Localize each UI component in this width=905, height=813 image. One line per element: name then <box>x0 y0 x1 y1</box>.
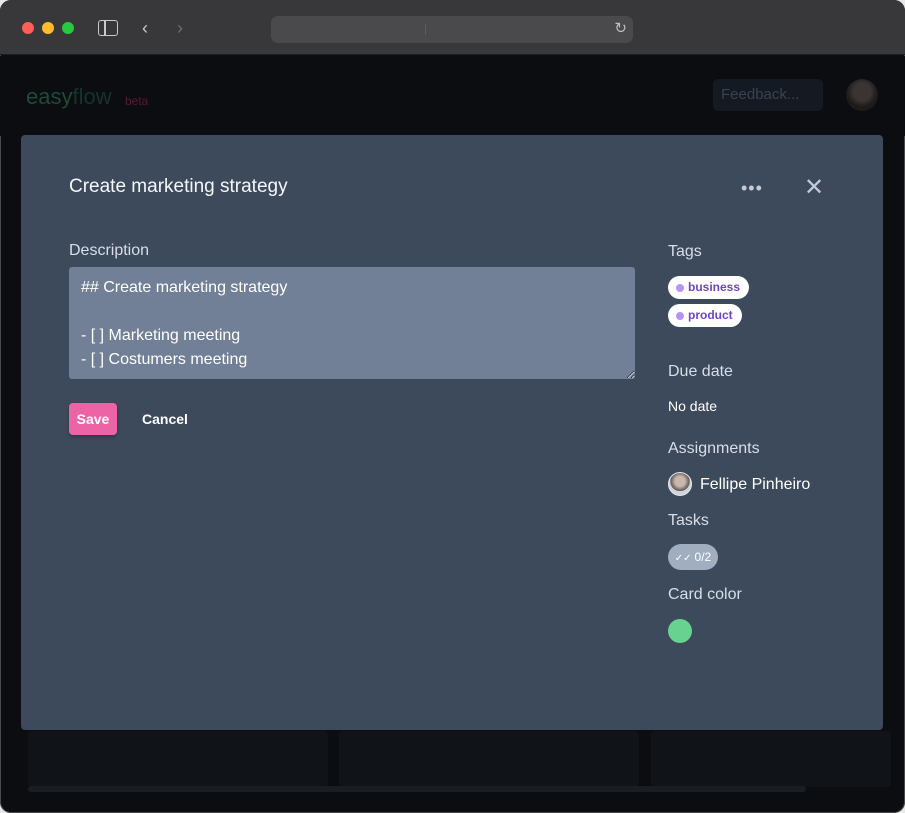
tag-label: business <box>688 280 741 294</box>
tag-business[interactable]: business <box>668 276 750 299</box>
browser-window: ‹ › ↻ easyflow beta Feedback... Create m… <box>0 0 905 813</box>
app-logo[interactable]: easyflow <box>26 84 112 110</box>
board-column <box>339 731 639 787</box>
double-check-icon: ✓✓ <box>674 553 692 564</box>
tasks-progress-text: 0/2 <box>694 550 712 564</box>
address-bar-divider <box>425 24 426 35</box>
save-button[interactable]: Save <box>69 403 117 435</box>
close-window-button[interactable] <box>22 22 34 34</box>
board-column <box>28 731 328 787</box>
tag-dot-icon <box>676 284 684 292</box>
assignments-label: Assignments <box>668 440 760 457</box>
maximize-window-button[interactable] <box>62 22 74 34</box>
card-modal: Create marketing strategy ••• ✕ Descript… <box>21 135 883 730</box>
cancel-button[interactable]: Cancel <box>142 403 188 435</box>
due-date-value[interactable]: No date <box>668 398 717 414</box>
app-header: easyflow beta Feedback... <box>0 56 905 136</box>
assignee-name[interactable]: Fellipe Pinheiro <box>700 476 810 494</box>
minimize-window-button[interactable] <box>42 22 54 34</box>
card-title[interactable]: Create marketing strategy <box>69 176 288 198</box>
close-icon[interactable]: ✕ <box>804 173 824 202</box>
address-bar[interactable]: ↻ <box>271 16 633 43</box>
forward-arrow-icon[interactable]: › <box>177 17 183 39</box>
browser-titlebar: ‹ › ↻ <box>0 0 905 55</box>
description-textarea[interactable] <box>69 267 635 379</box>
logo-easy: easy <box>26 84 73 109</box>
user-avatar[interactable] <box>846 79 878 111</box>
feedback-button[interactable]: Feedback... <box>713 79 823 111</box>
card-color-label: Card color <box>668 586 742 603</box>
sidebar-toggle-icon[interactable] <box>98 20 118 36</box>
back-arrow-icon[interactable]: ‹ <box>142 17 148 39</box>
description-label: Description <box>69 242 150 259</box>
logo-flow: flow <box>72 84 112 109</box>
board-column <box>651 731 891 787</box>
assignee-avatar[interactable] <box>668 472 692 496</box>
horizontal-scrollbar[interactable] <box>28 786 806 792</box>
more-options-icon[interactable]: ••• <box>741 178 763 199</box>
beta-badge: beta <box>125 94 149 108</box>
tag-dot-icon <box>676 312 684 320</box>
tag-label: product <box>688 308 733 322</box>
tasks-progress-badge[interactable]: ✓✓ 0/2 <box>668 544 718 570</box>
tasks-label: Tasks <box>668 512 709 529</box>
reload-icon[interactable]: ↻ <box>614 19 627 37</box>
tag-product[interactable]: product <box>668 304 742 327</box>
tags-label: Tags <box>668 243 702 260</box>
due-date-label: Due date <box>668 363 733 380</box>
card-color-swatch[interactable] <box>668 619 692 643</box>
